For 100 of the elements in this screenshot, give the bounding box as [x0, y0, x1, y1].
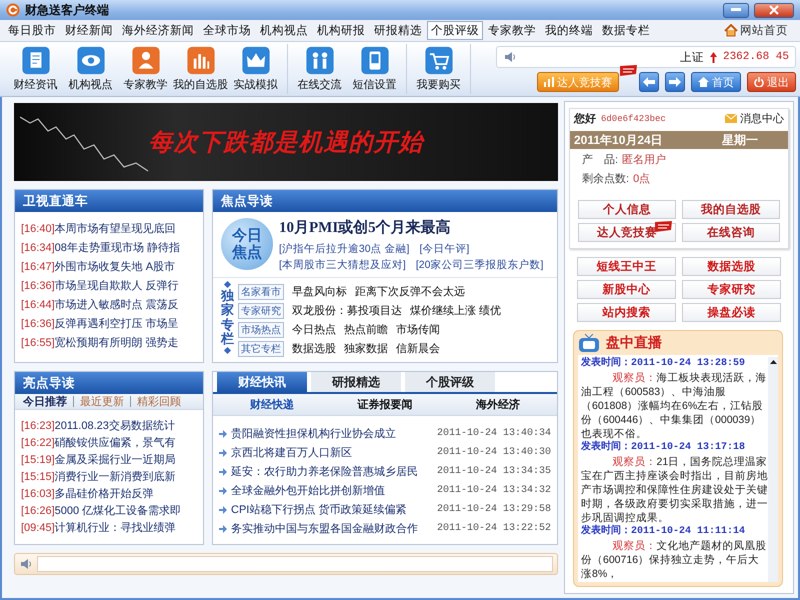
user-button[interactable]: 我的自选股: [682, 200, 780, 219]
feature-button[interactable]: 专家研究: [682, 280, 781, 299]
news-time: 2011-10-24 13:29:58: [436, 504, 551, 515]
tab[interactable]: 研报精选: [311, 372, 401, 392]
toolbar-button[interactable]: 我要购买: [411, 44, 466, 94]
menu-item[interactable]: 机构视点: [256, 21, 312, 40]
news-time: 2011-10-24 13:40:34: [436, 428, 551, 439]
news-link[interactable]: 早盘风向标: [292, 284, 347, 299]
menu-item[interactable]: 全球市场: [199, 21, 255, 40]
feature-button[interactable]: 短线王中王: [577, 257, 676, 276]
user-button[interactable]: 在线咨询: [682, 223, 780, 242]
news-link[interactable]: 京西北将建百万人口新区: [231, 445, 352, 460]
menu-item[interactable]: 海外经济新闻: [118, 21, 198, 40]
news-link[interactable]: 双龙股份：募投项目达: [292, 303, 402, 318]
toolbar-button[interactable]: 我的自选股: [173, 44, 228, 94]
arrow-bullet-icon: [219, 448, 227, 456]
arrow-bullet-icon: [219, 486, 227, 494]
headline-link[interactable]: [15:19]金属及采掘行业一近期局: [21, 452, 197, 469]
weekday: 星期一: [722, 132, 758, 148]
news-link[interactable]: 信新晨会: [396, 341, 440, 356]
news-link[interactable]: 距离下次反弹不会太远: [355, 284, 465, 299]
headline-link[interactable]: [15:15]消费行业一新消费到底新: [21, 469, 197, 486]
news-link[interactable]: 今日热点: [292, 322, 336, 337]
column-tab[interactable]: 市场热点: [238, 322, 284, 338]
news-link[interactable]: [今日午评]: [419, 241, 470, 257]
panel-header: 焦点导读: [213, 190, 557, 212]
post-text: 观察员：海工板块表现活跃，海油工程（600583）、中海油服（601808）涨幅均在6%左右，江钻股份（600446）、中集集团（000039）也表现不俗。: [581, 371, 768, 440]
feature-button[interactable]: 站内搜索: [577, 303, 676, 322]
news-link[interactable]: 热点前瞻: [344, 322, 388, 337]
toolbar-button[interactable]: 专家教学: [118, 44, 173, 94]
headline-link[interactable]: [16:40]本周市场有望呈现见底回: [21, 220, 197, 239]
sub-tab[interactable]: 精彩回顾: [137, 394, 181, 409]
headline-link[interactable]: [16:36]市场呈现自欺欺人 反弹行: [21, 277, 197, 296]
news-link[interactable]: [本周股市三大猜想及应对]: [279, 257, 406, 273]
menu-item[interactable]: 研报精选: [370, 21, 426, 40]
toolbar-button[interactable]: 财经资讯: [8, 44, 63, 94]
panel-header: 亮点导读: [15, 372, 203, 394]
website-home-link[interactable]: 网站首页: [724, 23, 788, 38]
news-link[interactable]: CPI站稳下行拐点 货币政策延续偏紧: [231, 502, 406, 517]
column-tab[interactable]: 专家研究: [238, 302, 284, 318]
sub-tab[interactable]: 最近更新: [80, 394, 124, 409]
message-field[interactable]: [37, 556, 553, 572]
headline-link[interactable]: [16:44]市场进入敏感时点 震荡反: [21, 296, 197, 315]
mobile-phone-icon: [360, 46, 390, 75]
headline-link[interactable]: 10月PMI或创5个月来最高: [279, 218, 544, 237]
feature-button[interactable]: 新股中心: [577, 280, 676, 299]
tab[interactable]: 财经快讯: [217, 372, 307, 392]
menu-item[interactable]: 个股评级: [427, 21, 483, 40]
arrow-bullet-icon: [219, 468, 227, 476]
toolbar-button[interactable]: 机构视点: [63, 44, 118, 94]
sub-tab[interactable]: 今日推荐: [23, 394, 67, 409]
minimize-button[interactable]: [723, 2, 749, 18]
toolbar-button[interactable]: 实战模拟: [228, 44, 283, 94]
toolbar-button[interactable]: 短信设置: [347, 44, 402, 94]
feature-button[interactable]: 操盘必读: [682, 303, 781, 322]
headline-link[interactable]: [09:45]计算机行业：寻找业绩弹: [21, 520, 197, 537]
news-link[interactable]: 数据选股: [292, 341, 336, 356]
headline-link[interactable]: [16:34]08年走势重现市场 静待指: [21, 239, 197, 258]
headline-link[interactable]: [16:23]2011.08.23交易数据统计: [21, 418, 197, 435]
eye-icon: [76, 46, 106, 75]
column-tab[interactable]: 名家看市: [238, 284, 284, 300]
headline-link[interactable]: [16:47]外围市场收复失地 A股市: [21, 258, 197, 277]
column-tab[interactable]: 其它专栏: [238, 340, 284, 356]
news-link[interactable]: 煤价继续上涨 绩优: [410, 303, 502, 318]
news-link[interactable]: 市场传闻: [396, 322, 440, 337]
headline-link[interactable]: [16:03]多晶硅价格开始反弹: [21, 486, 197, 503]
headline-link[interactable]: [16:22]硝酸铵供应偏紧，景气有: [21, 435, 197, 452]
news-link[interactable]: 全球金融外包开始比拼创新增值: [231, 483, 385, 498]
news-link[interactable]: 延安：农行助力养老保险普惠城乡居民: [231, 464, 418, 479]
tab[interactable]: 个股评级: [405, 372, 495, 392]
two-people-icon: [304, 46, 334, 75]
news-link[interactable]: 独家数据: [344, 341, 388, 356]
menu-item[interactable]: 机构研报: [313, 21, 369, 40]
field-value: 0点: [633, 173, 650, 185]
menu-item[interactable]: 专家教学: [484, 21, 540, 40]
back-button[interactable]: [639, 72, 659, 92]
menu-item[interactable]: 我的终端: [541, 21, 597, 40]
feature-button[interactable]: 数据选股: [682, 257, 781, 276]
news-link[interactable]: [20家公司三季报股东户数]: [416, 257, 544, 273]
scrollbar[interactable]: [768, 357, 778, 582]
news-time: 2011-10-24 13:34:32: [436, 485, 551, 496]
menu-item[interactable]: 每日股市: [4, 21, 60, 40]
panel-header: 卫视直通车: [15, 190, 203, 212]
sub-tab[interactable]: 财经快递: [250, 397, 294, 412]
headline-link[interactable]: [16:36]反弹再遇利空打压 市场呈: [21, 315, 197, 334]
menu-item[interactable]: 数据专栏: [598, 21, 654, 40]
forward-button[interactable]: [665, 72, 685, 92]
user-button[interactable]: 达人竞技赛: [578, 223, 676, 242]
news-link[interactable]: 务实推动中国与东盟各国金融财政合作: [231, 521, 418, 536]
headline-link[interactable]: [16:26]5000 亿煤化工设备需求即: [21, 503, 197, 520]
news-link[interactable]: 贵阳融资性担保机构行业协会成立: [231, 426, 396, 441]
close-button[interactable]: [754, 2, 794, 18]
sub-tab[interactable]: 证券报要闻: [357, 397, 412, 412]
user-button[interactable]: 个人信息: [578, 200, 676, 219]
toolbar-button[interactable]: 在线交流: [292, 44, 347, 94]
headline-link[interactable]: [16:55]宽松预期有所明朗 强势走: [21, 334, 197, 353]
news-link[interactable]: [沪指午后拉升逾30点 金融]: [279, 241, 410, 257]
sub-tab[interactable]: 海外经济: [476, 397, 520, 412]
message-center-link[interactable]: 消息中心: [725, 111, 784, 126]
menu-item[interactable]: 财经新闻: [61, 21, 117, 40]
